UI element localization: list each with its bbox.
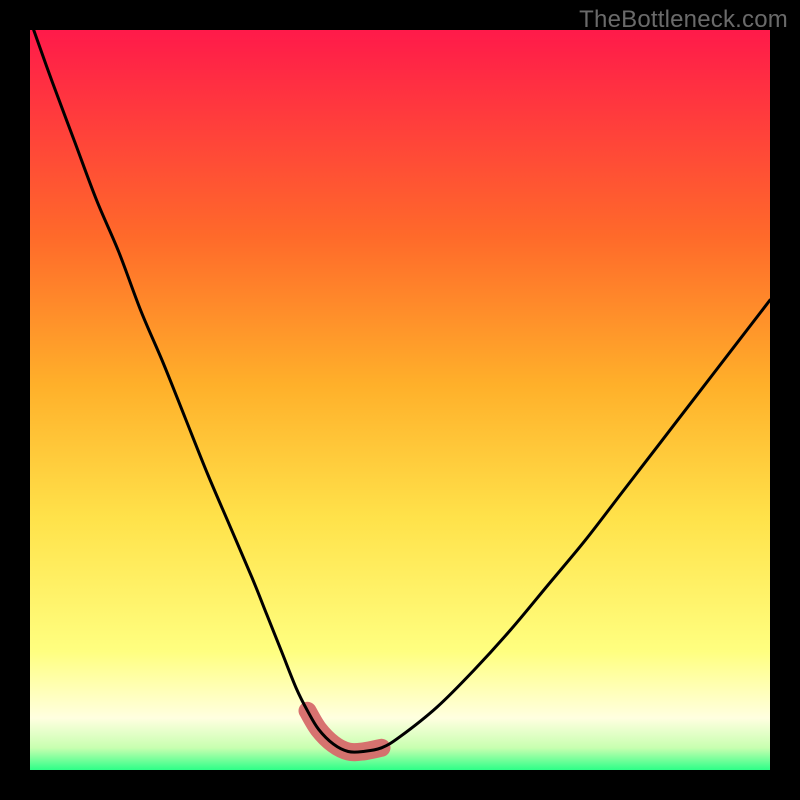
plot-area [30,30,770,770]
chart-frame: TheBottleneck.com [0,0,800,800]
watermark-text: TheBottleneck.com [579,6,788,34]
bottleneck-chart [30,30,770,770]
gradient-background [30,30,770,770]
